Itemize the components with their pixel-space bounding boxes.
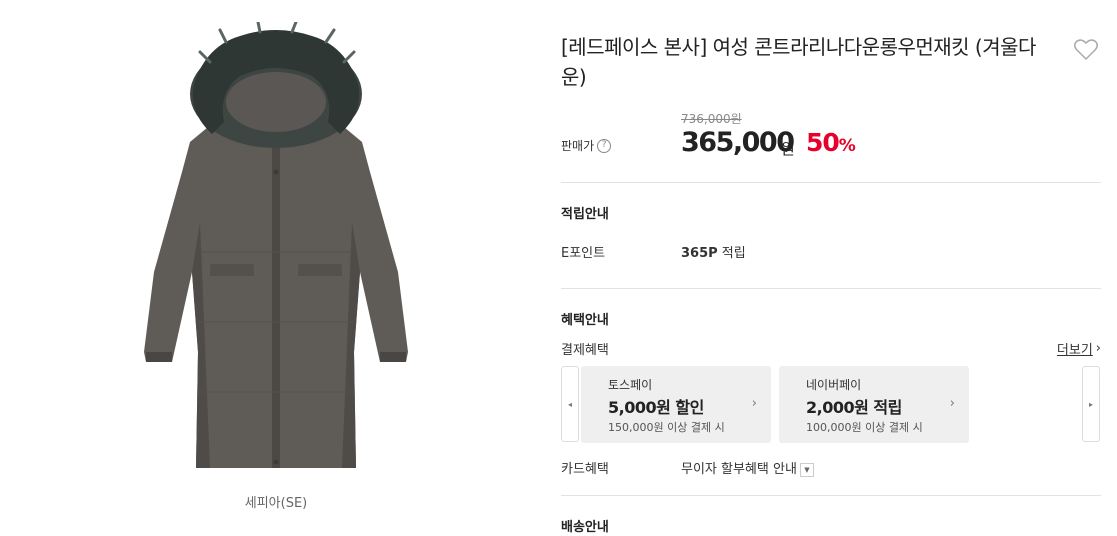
payment-benefit-card[interactable]: 네이버페이 2,000원 적립 100,000원 이상 결제 시 › [779,366,969,443]
chevron-down-icon[interactable]: ▼ [799,462,814,477]
arrow-right-icon: ▸ [1088,399,1093,409]
arrow-left-icon: ◂ [567,399,572,409]
chevron-right-icon: › [1095,341,1101,356]
card-amount: 2,000원 적립 [806,398,902,417]
discount-unit: % [838,136,856,156]
sale-price: 365,000 [681,127,795,158]
chevron-right-icon: › [949,396,955,411]
product-gallery: 세피아(SE) [0,0,540,536]
card-condition: 150,000원 이상 결제 시 [608,421,725,434]
delivery-section-title: 배송안내 [561,520,609,535]
benefits-section-title: 혜택안내 [561,313,609,328]
card-benefit-value[interactable]: 무이자 할부혜택 안내 ▼ [681,458,814,477]
product-image[interactable] [140,22,412,478]
card-name: 토스페이 [608,378,653,392]
more-label: 더보기 [1056,343,1093,358]
epoint-label: E포인트 [561,246,606,261]
epoint-suffix: 적립 [717,246,746,261]
carousel-prev-button[interactable]: ◂ [561,366,579,442]
color-name: 세피아(SE) [244,496,308,511]
card-benefit-label: 카드혜택 [561,462,609,477]
card-amount: 5,000원 할인 [608,398,704,417]
points-section-title: 적립안내 [561,207,609,222]
discount-value: 50 [806,128,840,157]
divider [561,182,1101,183]
more-button[interactable]: 더보기 › [1057,339,1101,358]
payment-benefit-card[interactable]: 토스페이 5,000원 할인 150,000원 이상 결제 시 › [581,366,771,443]
carousel-next-button[interactable]: ▸ [1082,366,1100,442]
divider [561,495,1101,496]
product-info: [레드페이스 본사] 여성 콘트라리나다운롱우먼재킷 (겨울다운) 736,00… [561,0,1101,536]
price-label-group: 판매가 ? [561,137,612,154]
card-name: 네이버페이 [806,378,862,392]
epoint-value: 365P 적립 [681,242,746,261]
card-benefit-text: 무이자 할부혜택 안내 [681,462,797,477]
divider [561,288,1101,289]
chevron-right-icon: › [751,396,757,411]
epoint-amount: 365P [681,246,718,261]
product-title: [레드페이스 본사] 여성 콘트라리나다운롱우먼재킷 (겨울다운) [561,35,1036,89]
payment-benefit-label: 결제혜택 [561,343,609,358]
price-label: 판매가 [561,139,595,153]
original-price: 736,000원 [681,112,742,126]
help-icon[interactable]: ? [597,138,612,153]
heart-outline-icon[interactable] [1073,38,1099,62]
currency-label: 원 [781,140,795,158]
card-condition: 100,000원 이상 결제 시 [806,421,923,434]
discount-rate: 50% [806,128,856,157]
